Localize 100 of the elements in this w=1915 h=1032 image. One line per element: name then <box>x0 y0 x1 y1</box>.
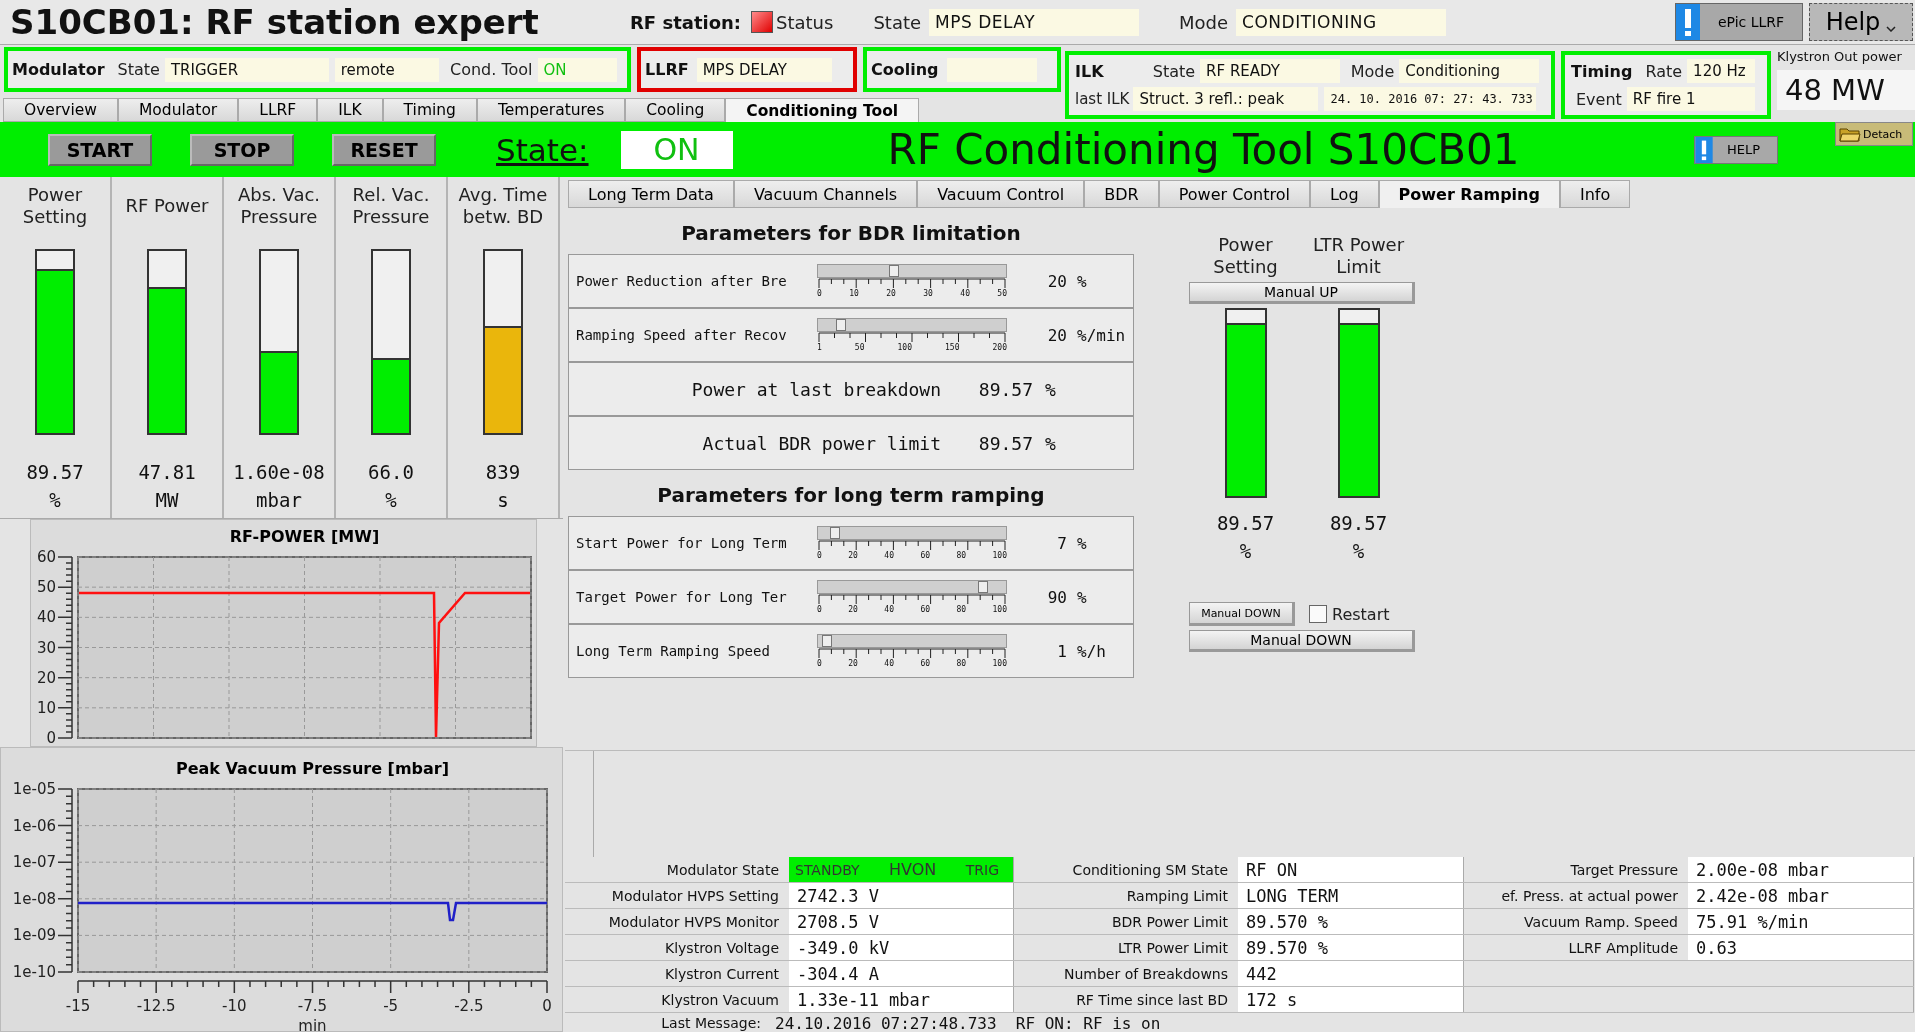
tick-label: 50 <box>854 343 865 352</box>
command-button[interactable]: STOP <box>190 133 294 166</box>
tick-label: 1 <box>817 343 822 352</box>
tab[interactable]: Temperatures <box>476 98 626 122</box>
tab[interactable]: Log <box>1309 180 1379 208</box>
table-cell: 2.42e-08 mbar <box>1688 883 1914 908</box>
bar-unit: % <box>1352 540 1365 562</box>
state-field: MPS DELAY <box>929 8 1140 36</box>
panel-title: Timing <box>1571 61 1633 81</box>
slider-thumb[interactable] <box>978 581 989 593</box>
help-button[interactable]: HELP <box>1694 135 1778 164</box>
tab[interactable]: Power Ramping <box>1378 180 1560 208</box>
axis-label: -10 <box>222 997 247 1015</box>
detach-button[interactable]: Detach <box>1835 122 1913 146</box>
command-button[interactable]: START <box>48 133 152 166</box>
manual-up-button[interactable]: Manual UP <box>1189 282 1415 304</box>
meter-label: Power Setting <box>21 183 89 229</box>
tab[interactable]: Cooling <box>625 98 726 122</box>
state-label: State <box>117 60 160 79</box>
restart-checkbox[interactable] <box>1309 605 1327 623</box>
tab[interactable]: LLRF <box>238 98 318 122</box>
slider-track[interactable] <box>817 634 1007 648</box>
parameter-unit: % <box>1076 533 1087 553</box>
parameter-unit: % <box>1076 271 1087 291</box>
bar-unit: % <box>1239 540 1252 562</box>
panel-title: LLRF <box>645 60 689 79</box>
table-cell: RF ON <box>1238 857 1464 882</box>
folder-icon <box>1839 126 1861 142</box>
slider-thumb[interactable] <box>830 527 841 539</box>
cond-tool-field: ON <box>537 57 617 82</box>
tab[interactable]: Vacuum Channels <box>733 180 918 208</box>
slider-thumb[interactable] <box>889 265 900 277</box>
tick-label: 150 <box>945 343 960 352</box>
state-field: TRIGGER <box>164 57 329 82</box>
tick-label: 200 <box>992 343 1007 352</box>
tick-label: 0 <box>817 659 822 668</box>
tool-title: RF Conditioning Tool S10CB01 <box>887 125 1520 174</box>
slider-thumb[interactable] <box>821 635 832 647</box>
panel-title: Modulator <box>12 60 105 79</box>
tab[interactable]: Modulator <box>118 98 239 122</box>
meter-value: 66.0 <box>368 461 414 483</box>
readout-unit: % <box>1044 432 1057 454</box>
state-label: State: <box>496 131 589 168</box>
parameter-unit: % <box>1076 587 1087 607</box>
state-field: RF READY <box>1200 59 1340 83</box>
manual-down-button[interactable]: Manual DOWN <box>1189 630 1415 652</box>
command-button[interactable]: RESET <box>332 133 436 166</box>
table-cell: 89.570 % <box>1238 935 1464 960</box>
tick-label: 40 <box>884 551 894 560</box>
timestamp-field: 24. 10. 2016 07: 27: 43. 733 <box>1324 87 1537 111</box>
tab[interactable]: Info <box>1559 180 1631 208</box>
tab[interactable]: Long Term Data <box>568 180 734 208</box>
meter-label: RF Power <box>125 194 209 218</box>
tab[interactable]: Vacuum Control <box>917 180 1085 208</box>
meter-label: Abs. Vac. Pressure <box>236 183 322 229</box>
event-label: Event <box>1576 89 1622 109</box>
tick-label: 20 <box>848 605 858 614</box>
parameter-label: Start Power for Long Term <box>575 535 788 551</box>
tab[interactable]: Overview <box>3 98 118 122</box>
section-title: Parameters for BDR limitation <box>680 220 1022 247</box>
readout-unit: % <box>1044 378 1057 400</box>
tick-label: 60 <box>920 605 930 614</box>
axis-label: 1e-07 <box>12 853 56 872</box>
manual-down-button[interactable]: Manual DOWN <box>1189 602 1295 626</box>
tick-label: 30 <box>923 289 933 298</box>
last-ilk-field: Struct. 3 refl.: peak <box>1133 87 1319 111</box>
mode-field: CONDITIONING <box>1236 8 1447 36</box>
window-title: S10CB01: RF station expert <box>9 2 540 42</box>
meter-unit: MW <box>155 489 179 511</box>
help-button[interactable]: Help <box>1809 3 1913 41</box>
axis-label: 1e-06 <box>12 816 56 835</box>
axis-label: -2.5 <box>454 997 484 1015</box>
rate-label: Rate <box>1645 61 1683 81</box>
axis-label: 1e-05 <box>12 780 56 798</box>
bar-label: Power Setting <box>1212 234 1279 278</box>
epics-llrf-button[interactable]: ePic LLRF <box>1675 3 1803 41</box>
slider-track[interactable] <box>817 264 1007 278</box>
slider-track[interactable] <box>817 318 1007 332</box>
tab[interactable]: ILK <box>317 98 383 122</box>
state-label: State <box>873 11 922 33</box>
axis-label: 1e-08 <box>12 889 56 908</box>
parameter-value: 20 <box>1046 271 1067 291</box>
tab[interactable]: Timing <box>382 98 477 122</box>
axis-label: 0 <box>46 729 56 746</box>
tab[interactable]: Conditioning Tool <box>725 98 920 122</box>
tick-label: 0 <box>817 289 822 298</box>
klystron-power-label: Klystron Out power <box>1777 49 1903 64</box>
tab[interactable]: Power Control <box>1158 180 1310 208</box>
meter-unit: % <box>385 489 397 511</box>
parameter-label: Target Power for Long Ter <box>575 589 788 605</box>
mode-label: Mode <box>1179 11 1229 33</box>
slider-thumb[interactable] <box>835 319 846 331</box>
meter-value: 89.57 <box>26 461 84 483</box>
slider-track[interactable] <box>817 580 1007 594</box>
tick-label: 40 <box>884 659 894 668</box>
control-field: remote <box>334 57 439 82</box>
parameter-value: 7 <box>1056 533 1067 553</box>
tab[interactable]: BDR <box>1084 180 1159 208</box>
slider-track[interactable] <box>817 526 1007 540</box>
bar-label: LTR Power Limit <box>1311 234 1406 278</box>
